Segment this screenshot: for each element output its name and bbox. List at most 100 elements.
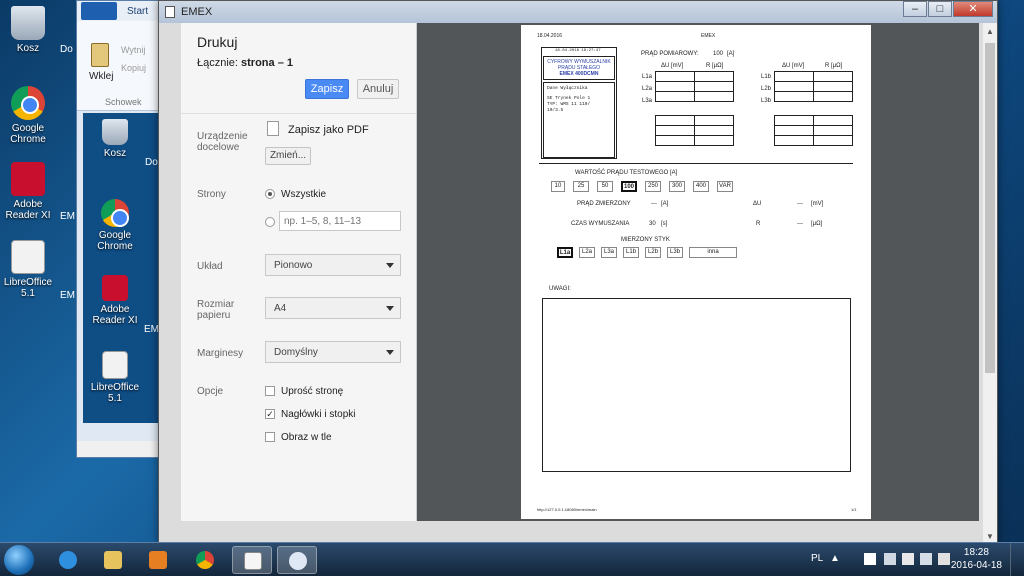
test-value-box: 25 [573,181,589,192]
chevron-down-icon [386,306,394,311]
print-title: Drukuj [197,34,238,50]
display-icon[interactable] [920,553,932,565]
simplify-page-checkbox[interactable] [265,386,275,396]
contact-box: L3b [667,247,683,258]
language-indicator[interactable]: PL [811,553,823,564]
explorer-file-tab[interactable] [81,2,117,20]
test-value-box: 300 [669,181,685,192]
explorer-statusbar [77,441,165,457]
preview-scrollbar[interactable]: ▲ ▼ [983,23,997,543]
start-button[interactable] [4,545,34,575]
taskbar-paint[interactable] [277,546,317,574]
explorer-tab-start[interactable]: Start [127,6,148,17]
clock-date: 2016-04-18 [950,560,1002,571]
clipboard-icon [91,43,109,67]
taskbar-explorer[interactable] [93,546,133,574]
margins-value: Domyślny [274,347,318,358]
explorer-icon-adobe-reader[interactable]: Adobe Reader XI [87,275,143,326]
explorer-icon-libreoffice[interactable]: LibreOffice 5.1 [87,351,143,404]
contact-box: L2b [645,247,661,258]
explorer-ribbon-tabs: Start [77,1,165,21]
save-button[interactable]: Zapisz [305,79,349,99]
desktop-icon-recycle-bin[interactable]: Kosz [0,6,56,54]
layout-select[interactable]: Pionowo [265,254,401,276]
background-image-checkbox[interactable] [265,432,275,442]
recycle-bin-icon [11,6,45,40]
page-header-date: 18.04.2016 [537,33,563,39]
headers-footers-checkbox[interactable]: ✓ [265,409,275,419]
divider-line [539,163,853,164]
layout-value: Pionowo [274,260,313,271]
window-title: EMEX [181,6,213,18]
usb-icon[interactable] [902,553,914,565]
copy-button[interactable]: Kopiuj [121,63,146,73]
contact-box: L2a [579,247,595,258]
explorer-icon-recycle-bin[interactable]: Kosz [87,119,143,159]
test-value-box: 10 [551,181,565,192]
network-icon[interactable] [884,553,896,565]
page-total: Łącznie: strona – 1 [197,57,293,69]
margins-label: Marginesy [197,348,244,359]
chrome-icon [11,86,45,120]
print-preview: 18.04.2016 EMEX 18.04.2016 18:27:47 CYFR… [417,23,979,521]
cut-button[interactable]: Wytnij [121,45,145,55]
change-destination-button[interactable]: Zmień... [265,147,311,165]
test-value-box: 400 [693,181,709,192]
results-grid-d [774,115,853,146]
measure-current-value: 100 [713,51,724,57]
margins-select[interactable]: Domyślny [265,341,401,363]
desktop-icon-chrome[interactable]: Google Chrome [0,86,56,145]
recycle-bin-icon [102,119,128,145]
scroll-up-icon[interactable]: ▲ [986,27,994,36]
minimize-button[interactable]: – [903,1,927,17]
scrollbar-thumb[interactable] [985,43,995,373]
measured-current-unit: [A] [661,201,669,207]
options-label: Opcje [197,386,224,397]
desktop-icon-label: Kosz [16,43,40,54]
explorer-icon-chrome[interactable]: Google Chrome [87,199,143,252]
action-center-icon[interactable] [864,553,876,565]
maximize-button[interactable]: □ [928,1,952,17]
pages-range-input[interactable] [279,211,401,231]
taskbar-chrome[interactable] [185,546,225,574]
explorer-window[interactable]: Start Wklej Wytnij Kopiuj Schowek Kosz G… [76,0,166,458]
adobe-reader-icon [11,162,45,196]
pages-label: Strony [197,189,226,200]
device-line: EMEX 400DCMN [559,71,599,77]
cancel-button[interactable]: Anuluj [357,79,399,99]
page-total-value: strona – 1 [241,57,293,69]
explorer-cut-label: Do [145,157,158,168]
page-total-prefix: Łącznie: [197,57,242,69]
du-value: --- [797,201,803,207]
adobe-reader-icon [102,275,128,301]
show-desktop-button[interactable] [1010,543,1024,576]
taskbar-ie[interactable] [48,546,88,574]
desktop-icon-libreoffice[interactable]: LibreOffice 5.1 [0,240,56,299]
taskbar-document[interactable] [232,546,272,574]
scroll-down-icon[interactable]: ▼ [986,532,994,541]
paper-size-select[interactable]: A4 [265,297,401,319]
window-controls: – □ ✕ [902,1,993,17]
desktop-icon-adobe-reader[interactable]: Adobe Reader XI [0,162,56,221]
remarks-box [542,298,851,472]
contact-label: MIERZONY STYK [621,237,670,243]
pages-custom-radio[interactable] [265,217,275,227]
col-r-b: R [μΩ] [825,63,843,69]
close-button[interactable]: ✕ [953,1,993,17]
paper-size-label: Rozmiar papieru [197,299,235,321]
simplify-page-label: Uprość stronę [281,386,344,397]
desktop-icon-label: Adobe Reader XI [5,199,51,221]
chrome-print-window[interactable]: EMEX – □ ✕ Drukuj Łącznie: strona – 1 Za… [158,0,998,545]
paper-size-value: A4 [274,303,287,314]
clipboard-group-label: Schowek [105,97,142,107]
results-grid-a [655,71,734,102]
paste-button[interactable]: Wklej [89,71,113,82]
desktop-cut-label: EM [60,290,75,301]
explorer-icon-label: Google Chrome [97,230,133,252]
volume-icon[interactable] [938,553,950,565]
taskbar-media-player[interactable] [138,546,178,574]
pages-all-radio[interactable] [265,189,275,199]
system-clock[interactable]: 18:28 2016-04-18 [951,546,1002,572]
show-hidden-icons[interactable]: ▲ [830,553,840,564]
window-titlebar[interactable]: EMEX [159,1,997,23]
